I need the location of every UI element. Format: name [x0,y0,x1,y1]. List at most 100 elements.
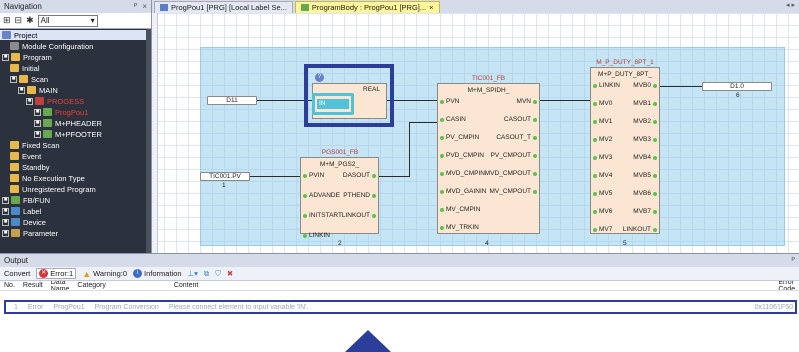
expand-icon[interactable]: ■ [26,97,33,105]
fb-pin[interactable]: MV7 [593,226,612,233]
warning-filter-button[interactable]: ▲ Warning:0 [82,269,127,279]
tree-item[interactable]: ■ ProgPou1 [0,107,88,117]
fb-pin[interactable]: PVIN [303,172,324,179]
fb-pin[interactable]: LINKOUT [342,212,376,219]
output-variable[interactable]: D1.0 [702,82,772,91]
fb-pgs001[interactable]: M+M_PGS2_ PVIN ADVANDE INITSTART LINKIN DASO… [300,157,379,239]
gear-icon[interactable]: ✱ [26,15,34,26]
tree-item[interactable]: Event [0,151,41,161]
tree-collapse-icon[interactable]: ⊟ [15,15,23,26]
fb-pin[interactable]: MV_TRKIN [440,224,479,231]
tree-item[interactable]: ■ Program [0,52,52,62]
convert-tab[interactable]: Convert [4,269,30,278]
fb-pin[interactable]: MVD_CMPOUT [485,170,537,177]
fb-pin[interactable]: MV_CMPIN [440,206,480,213]
fb-pin[interactable]: MVD_GAININ [440,188,486,195]
expand-icon[interactable]: ■ [34,130,41,138]
fb-pin[interactable]: CASOUT [504,116,537,123]
fb-pin[interactable]: LINKOUT [623,226,657,233]
fb-duty-8pt[interactable]: M+P_DUTY_8PT_ LINKIN MV0 MV1 MV2 MV3 MV4 MV5 MV… [590,67,660,234]
fb-pin[interactable]: MV6 [593,208,612,215]
expand-icon[interactable]: ■ [34,119,41,127]
fb-pin[interactable]: MVB2 [633,118,657,125]
tree-expand-icon[interactable]: ⊞ [3,15,11,26]
fb-pin[interactable]: ADVANDE [303,192,340,199]
tab-program-body[interactable]: ProgramBody : ProgPou1 [PRG]... × [294,1,440,13]
tree-item[interactable]: ■ M+PHEADER [0,118,102,128]
close-icon[interactable]: × [429,3,433,12]
fb-pin[interactable]: PVD_CMPIN [440,152,484,159]
expand-icon[interactable]: ■ [2,53,9,61]
input-variable[interactable]: D11 [207,96,257,105]
expand-icon[interactable]: ■ [2,196,9,204]
pin-icon[interactable]: ᴾ [792,256,795,265]
tree-item[interactable]: ■ PROGESS [0,96,84,106]
fb-pin[interactable]: MV1 [593,118,612,125]
expand-icon[interactable]: ■ [2,218,9,226]
filter-select[interactable]: All ▾ [37,14,98,27]
fb-pin[interactable]: MV5 [593,190,612,197]
fb-pin[interactable]: LINKIN [593,82,620,89]
fb-pin[interactable]: DASOUT [343,172,376,179]
fb-pin[interactable]: PV_CMPOUT [491,152,537,159]
fb-pin[interactable]: PV_CMPIN [440,134,479,141]
expand-icon[interactable]: ■ [18,86,25,94]
expand-icon[interactable]: ■ [2,207,9,215]
error-row[interactable]: 1 Error ProgPou1 Program Conversion Plea… [4,300,797,314]
jump-button[interactable]: ⊥▾ [188,269,198,278]
fbd-canvas[interactable]: D11 TIC001.PV 1 D1.0 6 REAL ? IN PGS001_… [152,13,799,253]
tree-item[interactable]: ■ M+PFOOTER [0,129,102,139]
tree-item[interactable]: Fixed Scan [0,140,60,150]
expand-icon[interactable]: ■ [10,75,17,83]
expand-icon[interactable]: ■ [34,108,41,116]
fb-pin[interactable]: MVB4 [633,154,657,161]
copy-button[interactable]: ⧉ [204,269,209,279]
tree-item[interactable]: No Execution Type [0,173,85,183]
fb-tic001[interactable]: M+M_SPIDH_ PVN CASIN PV_CMPIN PVD_CMPIN MVD_… [437,83,540,234]
fb-pin[interactable]: MVB0 [633,82,657,89]
tree-item[interactable]: ■ Device [0,217,46,227]
fb-pin[interactable]: MVN [517,98,537,105]
filter-button[interactable]: ⛉ [215,269,221,279]
tab-scroll-icon[interactable]: ◂ ▸ [786,1,795,9]
input-variable[interactable]: TIC001.PV [200,172,250,181]
fb-pin[interactable]: MVB3 [633,136,657,143]
fb-pin[interactable]: LINKIN [303,232,330,239]
tree-item[interactable]: ■ Scan [0,74,48,84]
tree-item[interactable]: Unregistered Program [0,184,96,194]
clear-icon: ✖ [226,269,234,278]
tree-item-label: Project [14,30,38,40]
tree-item[interactable]: ■ FB/FUN [0,195,50,205]
tree-item[interactable]: Module Configuration [0,41,93,51]
pin-label: LINKOUT [622,226,651,233]
tree-item[interactable]: Standby [0,162,50,172]
fb-pin[interactable]: MV0 [593,100,612,107]
fb-pin[interactable]: CASOUT_T [496,134,537,141]
fb-pin[interactable]: MVB5 [633,172,657,179]
tree-item[interactable]: Project [0,30,151,40]
fb-pin[interactable]: PTHEND [343,192,376,199]
fb-pin[interactable]: MV4 [593,172,612,179]
tree-item[interactable]: ■ Parameter [0,228,58,238]
fb-pin[interactable]: MVB1 [633,100,657,107]
information-filter-button[interactable]: i Information [133,269,182,278]
tree-item[interactable]: ■ MAIN [0,85,58,95]
tree-item[interactable]: Initial [0,63,40,73]
fb-pin[interactable]: MV3 [593,154,612,161]
fb-pin[interactable]: INITSTART [303,212,342,219]
fb-pin[interactable]: CASIN [440,116,466,123]
tab-local-label[interactable]: ProgPou1 [PRG] [Local Label Se... [154,1,293,13]
pin-icon[interactable]: ᴾ [134,2,137,11]
fb-pin[interactable]: MVD_CMPIN [440,170,485,177]
pin-dot [653,173,657,178]
close-icon[interactable]: × [142,2,147,11]
fb-pin[interactable]: PVN [440,98,459,105]
error-filter-button[interactable]: ✕ Error:1 [36,268,77,279]
fb-pin[interactable]: MVB7 [633,208,657,215]
expand-icon[interactable]: ■ [2,229,9,237]
clear-button[interactable]: ✖ [227,269,233,278]
fb-pin[interactable]: MV2 [593,136,612,143]
tree-item[interactable]: ■ Label [0,206,41,216]
fb-pin[interactable]: MVB6 [633,190,657,197]
fb-pin[interactable]: MV_CMPOUT [489,188,537,195]
